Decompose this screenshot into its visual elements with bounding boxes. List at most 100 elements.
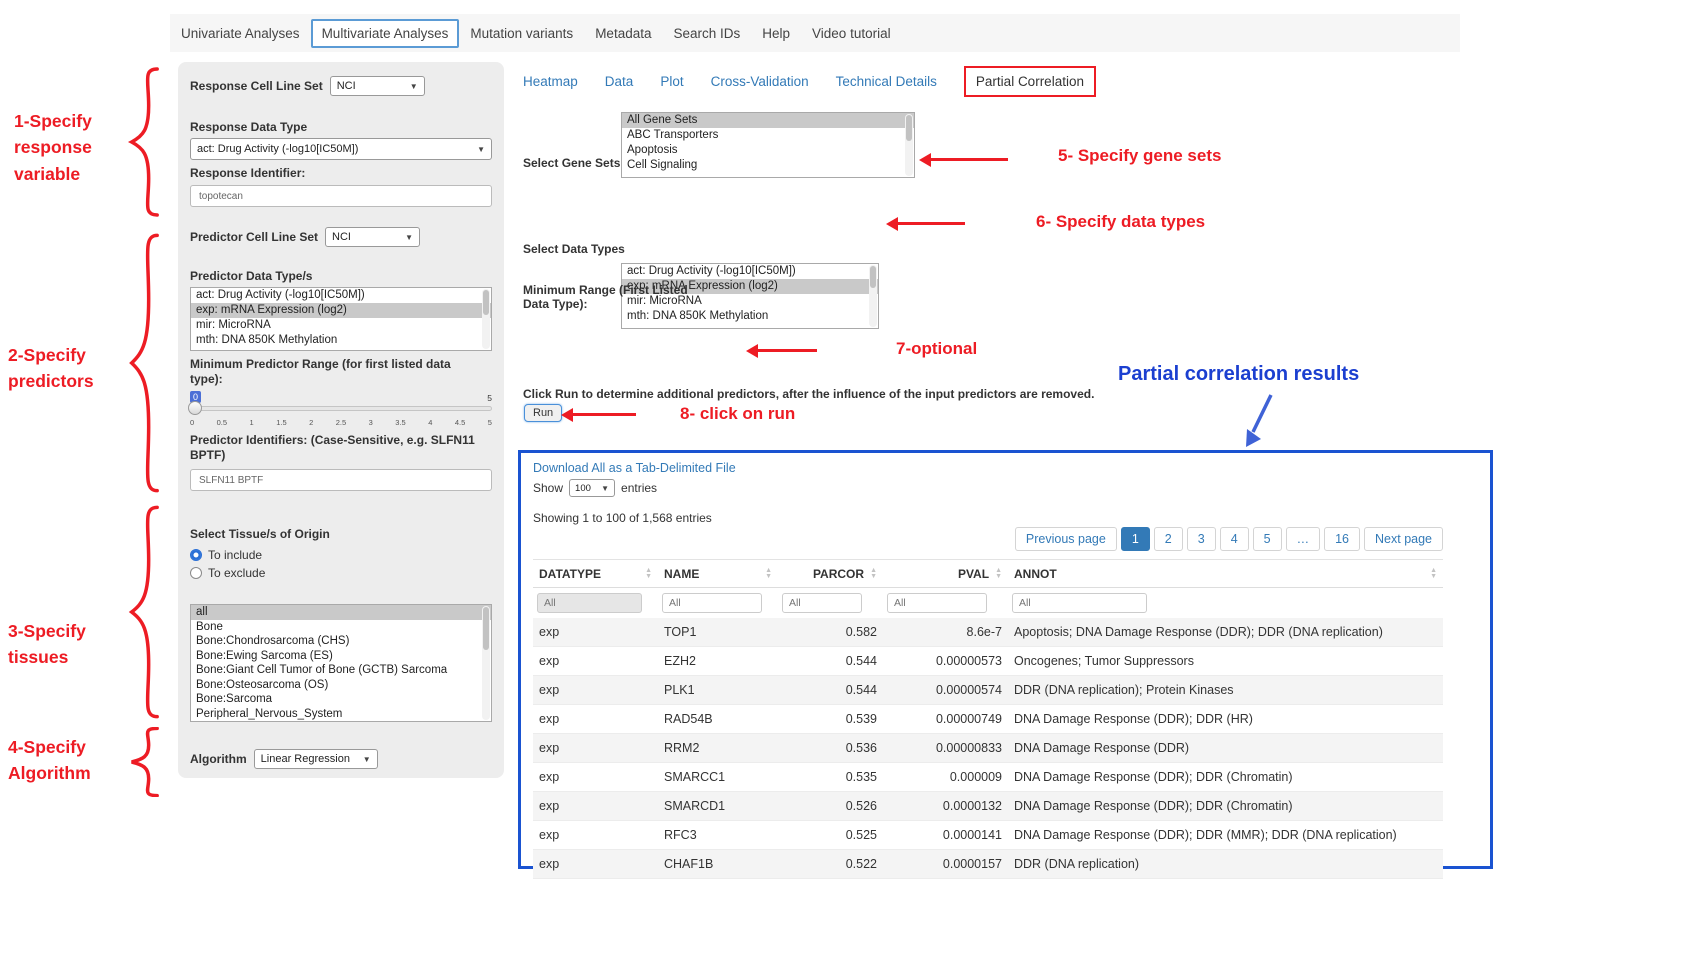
show-label: Show xyxy=(533,481,563,495)
nav-item-video-tutorial[interactable]: Video tutorial xyxy=(801,19,902,48)
column-label: PVAL xyxy=(958,567,989,581)
filter-input-annot[interactable] xyxy=(1012,593,1147,613)
listbox-option[interactable]: Bone:Chondrosarcoma (CHS) xyxy=(191,634,491,649)
listbox-option[interactable]: Bone:Sarcoma xyxy=(191,692,491,707)
response-data-type-label: Response Data Type xyxy=(190,120,492,135)
listbox-option[interactable]: Bone:Osteosarcoma (OS) xyxy=(191,678,491,693)
listbox-option[interactable]: All Gene Sets xyxy=(622,113,914,128)
listbox-option[interactable]: Bone xyxy=(191,620,491,635)
min-predictor-range-label: Minimum Predictor Range (for first liste… xyxy=(190,357,480,387)
listbox-option[interactable]: Peripheral_Nervous_System xyxy=(191,707,491,722)
nav-item-multivariate-analyses[interactable]: Multivariate Analyses xyxy=(311,19,460,48)
page-number-button[interactable]: 4 xyxy=(1220,527,1249,551)
column-header-annot[interactable]: ANNOT▲▼ xyxy=(1008,560,1443,588)
cell-parcor: 0.536 xyxy=(778,734,883,763)
scrollbar[interactable] xyxy=(482,606,490,720)
nav-item-search-ids[interactable]: Search IDs xyxy=(662,19,751,48)
sort-icon[interactable]: ▲▼ xyxy=(645,568,652,580)
page-number-button[interactable]: 3 xyxy=(1187,527,1216,551)
show-entries-select[interactable]: 100▼ xyxy=(569,479,615,497)
nav-item-univariate-analyses[interactable]: Univariate Analyses xyxy=(170,19,311,48)
table-row[interactable]: expRAD54B0.5390.00000749DNA Damage Respo… xyxy=(533,705,1443,734)
tab-cross-validation[interactable]: Cross-Validation xyxy=(711,74,809,89)
column-header-name[interactable]: NAME▲▼ xyxy=(658,560,778,588)
column-header-datatype[interactable]: DATATYPE▲▼ xyxy=(533,560,658,588)
listbox-option[interactable]: mth: DNA 850K Methylation xyxy=(191,333,491,348)
cell-name: SMARCC1 xyxy=(658,763,778,792)
slider-handle[interactable] xyxy=(188,401,202,415)
scrollbar[interactable] xyxy=(869,265,877,327)
radio-unchecked-icon[interactable] xyxy=(190,567,202,579)
table-row[interactable]: expRFC30.5250.0000141DNA Damage Response… xyxy=(533,821,1443,850)
predictor-data-types-listbox[interactable]: act: Drug Activity (-log10[IC50M])exp: m… xyxy=(190,287,492,351)
gene-sets-listbox[interactable]: All Gene SetsABC TransportersApoptosisCe… xyxy=(621,112,915,178)
radio-checked-icon[interactable] xyxy=(190,549,202,561)
scrollbar-thumb[interactable] xyxy=(483,290,489,315)
download-link[interactable]: Download All as a Tab-Delimited File xyxy=(533,461,736,475)
scrollbar[interactable] xyxy=(482,289,490,349)
slider-track[interactable] xyxy=(190,406,492,411)
scrollbar-thumb[interactable] xyxy=(906,115,912,141)
response-identifier-input[interactable] xyxy=(190,185,492,207)
tab-plot[interactable]: Plot xyxy=(660,74,683,89)
response-cell-line-set-select[interactable]: NCI▼ xyxy=(330,76,425,96)
tab-data[interactable]: Data xyxy=(605,74,634,89)
response-data-type-select[interactable]: act: Drug Activity (-log10[IC50M])▼ xyxy=(190,138,492,160)
filter-input-pval[interactable] xyxy=(887,593,987,613)
scrollbar[interactable] xyxy=(905,114,913,176)
table-row[interactable]: expEZH20.5440.00000573Oncogenes; Tumor S… xyxy=(533,647,1443,676)
algorithm-select[interactable]: Linear Regression▼ xyxy=(254,749,378,769)
response-identifier-label: Response Identifier: xyxy=(190,166,492,181)
listbox-option[interactable]: all xyxy=(191,605,491,620)
listbox-option[interactable]: act: Drug Activity (-log10[IC50M]) xyxy=(191,288,491,303)
cell-pval: 0.0000141 xyxy=(883,821,1008,850)
table-row[interactable]: expSMARCC10.5350.000009DNA Damage Respon… xyxy=(533,763,1443,792)
nav-item-help[interactable]: Help xyxy=(751,19,801,48)
table-row[interactable]: expCHAF1B0.5220.0000157DDR (DNA replicat… xyxy=(533,850,1443,879)
listbox-option[interactable]: Bone:Giant Cell Tumor of Bone (GCTB) Sar… xyxy=(191,663,491,678)
predictor-identifiers-input[interactable] xyxy=(190,469,492,491)
page-number-button[interactable]: 2 xyxy=(1154,527,1183,551)
table-row[interactable]: expPLK10.5440.00000574DDR (DNA replicati… xyxy=(533,676,1443,705)
filter-input-name[interactable] xyxy=(662,593,762,613)
scrollbar-thumb[interactable] xyxy=(870,266,876,288)
nav-item-metadata[interactable]: Metadata xyxy=(584,19,662,48)
tissue-exclude-radio[interactable]: To exclude xyxy=(190,566,492,580)
filter-input-parcor[interactable] xyxy=(782,593,862,613)
table-row[interactable]: expRRM20.5360.00000833DNA Damage Respons… xyxy=(533,734,1443,763)
listbox-option[interactable]: mth: DNA 850K Methylation xyxy=(622,309,878,324)
tissue-listbox[interactable]: allBoneBone:Chondrosarcoma (CHS)Bone:Ewi… xyxy=(190,604,492,722)
pagination-ellipsis: … xyxy=(1286,527,1321,551)
sort-icon[interactable]: ▲▼ xyxy=(995,568,1002,580)
sort-icon[interactable]: ▲▼ xyxy=(1430,568,1437,580)
listbox-option[interactable]: Cell Signaling xyxy=(622,158,914,173)
page-number-button[interactable]: 5 xyxy=(1253,527,1282,551)
next-page-button[interactable]: Next page xyxy=(1364,527,1443,551)
listbox-option[interactable]: Bone:Ewing Sarcoma (ES) xyxy=(191,649,491,664)
listbox-option[interactable]: ABC Transporters xyxy=(622,128,914,143)
run-button[interactable]: Run xyxy=(524,404,562,422)
filter-input-datatype[interactable] xyxy=(537,593,642,613)
sort-icon[interactable]: ▲▼ xyxy=(765,568,772,580)
tissue-include-radio[interactable]: To include xyxy=(190,548,492,562)
scrollbar-thumb[interactable] xyxy=(483,607,489,650)
listbox-option[interactable]: Apoptosis xyxy=(622,143,914,158)
predictor-cell-line-set-select[interactable]: NCI▼ xyxy=(325,227,420,247)
page-number-button[interactable]: 16 xyxy=(1324,527,1360,551)
page-number-button[interactable]: 1 xyxy=(1121,527,1150,551)
column-header-pval[interactable]: PVAL ▲▼ xyxy=(883,560,1008,588)
tab-technical-details[interactable]: Technical Details xyxy=(836,74,937,89)
listbox-option[interactable]: mir: MicroRNA xyxy=(191,318,491,333)
tab-heatmap[interactable]: Heatmap xyxy=(523,74,578,89)
table-row[interactable]: expSMARCD10.5260.0000132DNA Damage Respo… xyxy=(533,792,1443,821)
table-row[interactable]: expTOP10.5828.6e-7Apoptosis; DNA Damage … xyxy=(533,618,1443,647)
cell-name: EZH2 xyxy=(658,647,778,676)
sort-icon[interactable]: ▲▼ xyxy=(870,568,877,580)
listbox-option[interactable]: act: Drug Activity (-log10[IC50M]) xyxy=(622,264,878,279)
tab-partial-correlation[interactable]: Partial Correlation xyxy=(964,66,1096,97)
column-header-parcor[interactable]: PARCOR▲▼ xyxy=(778,560,883,588)
nav-item-mutation-variants[interactable]: Mutation variants xyxy=(459,19,584,48)
previous-page-button[interactable]: Previous page xyxy=(1015,527,1117,551)
min-predictor-range-slider[interactable]: 0 5 00.511.522.533.544.55 xyxy=(190,391,492,427)
listbox-option[interactable]: exp: mRNA Expression (log2) xyxy=(191,303,491,318)
